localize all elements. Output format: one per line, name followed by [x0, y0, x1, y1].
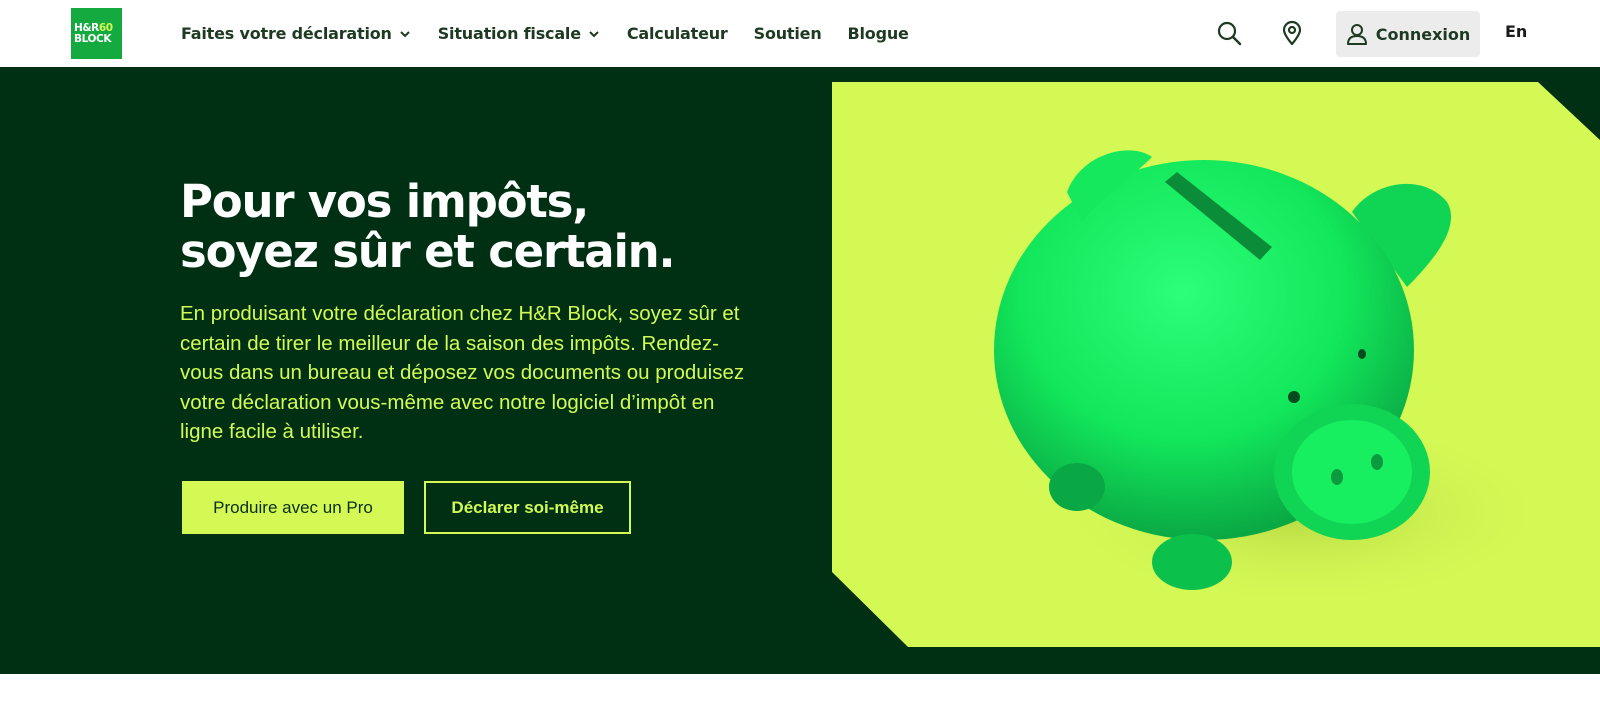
logo-text-60: 60	[98, 21, 113, 34]
hero-section: Pour vos impôts, soyez sûr et certain. E…	[0, 67, 1600, 674]
chevron-down-icon	[589, 30, 599, 37]
piggy-bank-image	[832, 82, 1600, 647]
user-icon	[1346, 24, 1367, 45]
location-pin-icon[interactable]	[1279, 20, 1305, 46]
nav-item-situation-fiscale[interactable]: Situation fiscale	[438, 24, 601, 43]
declarer-soi-meme-button[interactable]: Déclarer soi-même	[424, 481, 631, 534]
hero-title-line2: soyez sûr et certain.	[180, 225, 676, 278]
logo-text-hr: H&R	[74, 21, 99, 34]
nav-item-label: Situation fiscale	[437, 24, 581, 43]
nav-item-label: Calculateur	[626, 24, 728, 43]
nav-item-blogue[interactable]: Blogue	[848, 24, 909, 43]
search-icon[interactable]	[1216, 20, 1242, 46]
hr-block-logo[interactable]: H&R60 BLOCK	[71, 8, 122, 59]
hero-title-line1: Pour vos impôts,	[180, 175, 589, 228]
site-header: H&R60 BLOCK Faites votre déclaration Sit…	[0, 0, 1600, 67]
nav-item-label: Blogue	[847, 24, 909, 43]
nav-item-label: Faites votre déclaration	[181, 24, 392, 43]
nav-item-soutien[interactable]: Soutien	[754, 24, 822, 43]
chevron-down-icon	[400, 30, 410, 37]
login-label: Connexion	[1375, 24, 1471, 44]
login-button[interactable]: Connexion	[1336, 11, 1480, 57]
language-toggle[interactable]: En	[1505, 22, 1527, 41]
hero-title: Pour vos impôts, soyez sûr et certain.	[180, 177, 800, 277]
nav-item-label: Soutien	[753, 24, 822, 43]
main-nav: Faites votre déclaration Situation fisca…	[181, 0, 935, 67]
logo-text-block: BLOCK	[74, 32, 112, 45]
hero-description: En produisant votre déclaration chez H&R…	[180, 302, 745, 443]
nav-item-declaration[interactable]: Faites votre déclaration	[181, 24, 412, 43]
produire-avec-un-pro-button[interactable]: Produire avec un Pro	[182, 481, 404, 534]
nav-item-calculateur[interactable]: Calculateur	[627, 24, 728, 43]
